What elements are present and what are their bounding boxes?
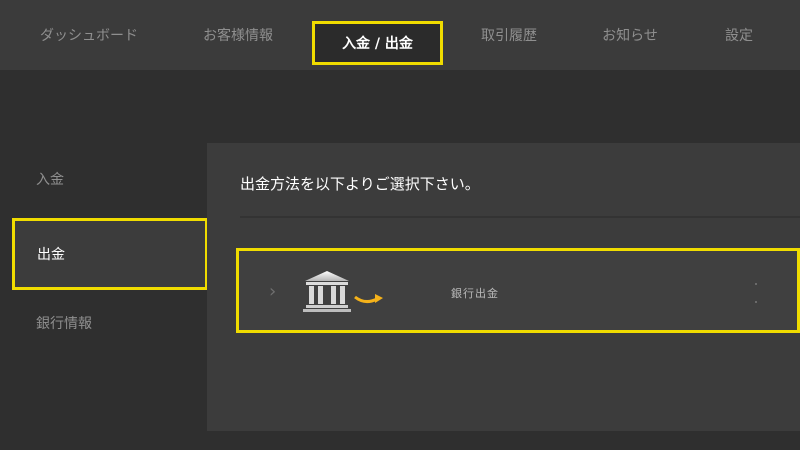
sidebar-item-label: 銀行情報 <box>36 316 92 332</box>
tab-dashboard[interactable]: ダッシュボード <box>30 0 148 70</box>
sidebar-item-withdrawal[interactable]: 出金 <box>12 218 208 290</box>
sidebar-item-label: 出金 <box>37 247 65 263</box>
bank-icon <box>303 271 383 312</box>
divider <box>755 283 757 285</box>
sidebar-item-deposit[interactable]: 入金 <box>12 143 208 215</box>
tab-customer-info[interactable]: お客様情報 <box>190 0 286 70</box>
tab-deposit-withdrawal[interactable]: 入金 / 出金 <box>312 21 443 65</box>
panel-instruction: 出金方法を以下よりご選択下さい。 <box>240 175 480 193</box>
tab-settings[interactable]: 設定 <box>718 0 760 70</box>
top-navigation: ダッシュボード お客様情報 入金 / 出金 取引履歴 お知らせ 設定 <box>0 0 800 70</box>
sidebar-item-bank-info[interactable]: 銀行情報 <box>12 287 208 359</box>
divider <box>755 301 757 303</box>
tab-transaction-history[interactable]: 取引履歴 <box>470 0 548 70</box>
sidebar-item-label: 入金 <box>36 172 64 188</box>
tab-notifications[interactable]: お知らせ <box>592 0 668 70</box>
divider <box>240 216 800 218</box>
chevron-right-icon: › <box>269 281 277 302</box>
method-label: 銀行出金 <box>451 287 499 300</box>
bank-withdrawal-option[interactable]: › 銀行出金 <box>236 248 800 333</box>
